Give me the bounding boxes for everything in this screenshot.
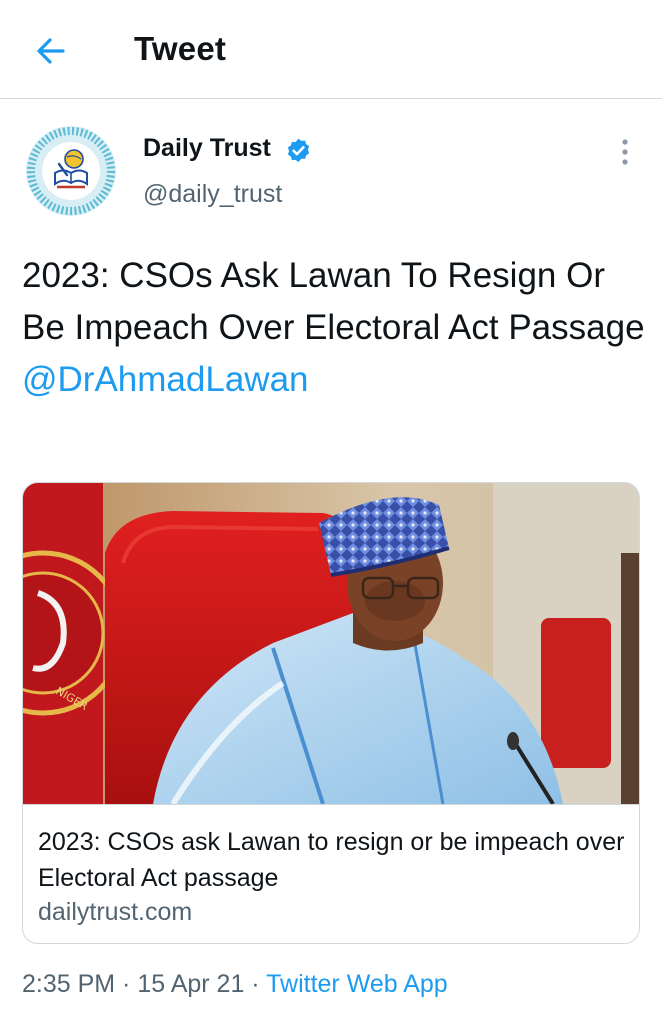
card-title[interactable]: 2023: CSOs ask Lawan to resign or be imp…	[38, 824, 628, 896]
card-body: 2023: CSOs ask Lawan to resign or be imp…	[23, 804, 639, 943]
more-vertical-icon	[622, 139, 628, 165]
tweet-time: 2:35 PM	[22, 970, 116, 998]
page-title: Tweet	[134, 30, 227, 67]
meta-separator: ·	[115, 970, 138, 998]
daily-trust-logo-icon	[26, 126, 116, 216]
tweet-source-link[interactable]: Twitter Web App	[266, 970, 448, 998]
article-image: NIGER	[23, 483, 639, 804]
author-handle[interactable]: @daily_trust	[143, 180, 282, 209]
tweet-text: 2023: CSOs Ask Lawan To Resign Or Be Imp…	[22, 250, 652, 406]
meta-separator-2: ·	[244, 970, 267, 998]
top-app-bar: Tweet	[0, 0, 662, 99]
tweet-body: 2023: CSOs Ask Lawan To Resign Or Be Imp…	[22, 256, 645, 347]
avatar[interactable]	[26, 126, 116, 216]
verified-badge-icon	[287, 138, 310, 162]
author-name[interactable]: Daily Trust	[143, 134, 271, 163]
card-domain: dailytrust.com	[38, 898, 193, 926]
link-preview-card[interactable]: NIGER 2023: CSOs ask Lawan to resign or …	[22, 482, 640, 944]
more-options-button[interactable]	[612, 136, 638, 168]
arrow-left-icon	[37, 38, 65, 64]
mention-link[interactable]: @DrAhmadLawan	[22, 354, 652, 406]
tweet-metadata: 2:35 PM · 15 Apr 21 · Twitter Web App	[22, 970, 448, 999]
back-button[interactable]	[30, 30, 72, 72]
tweet-date: 15 Apr 21	[137, 970, 245, 998]
